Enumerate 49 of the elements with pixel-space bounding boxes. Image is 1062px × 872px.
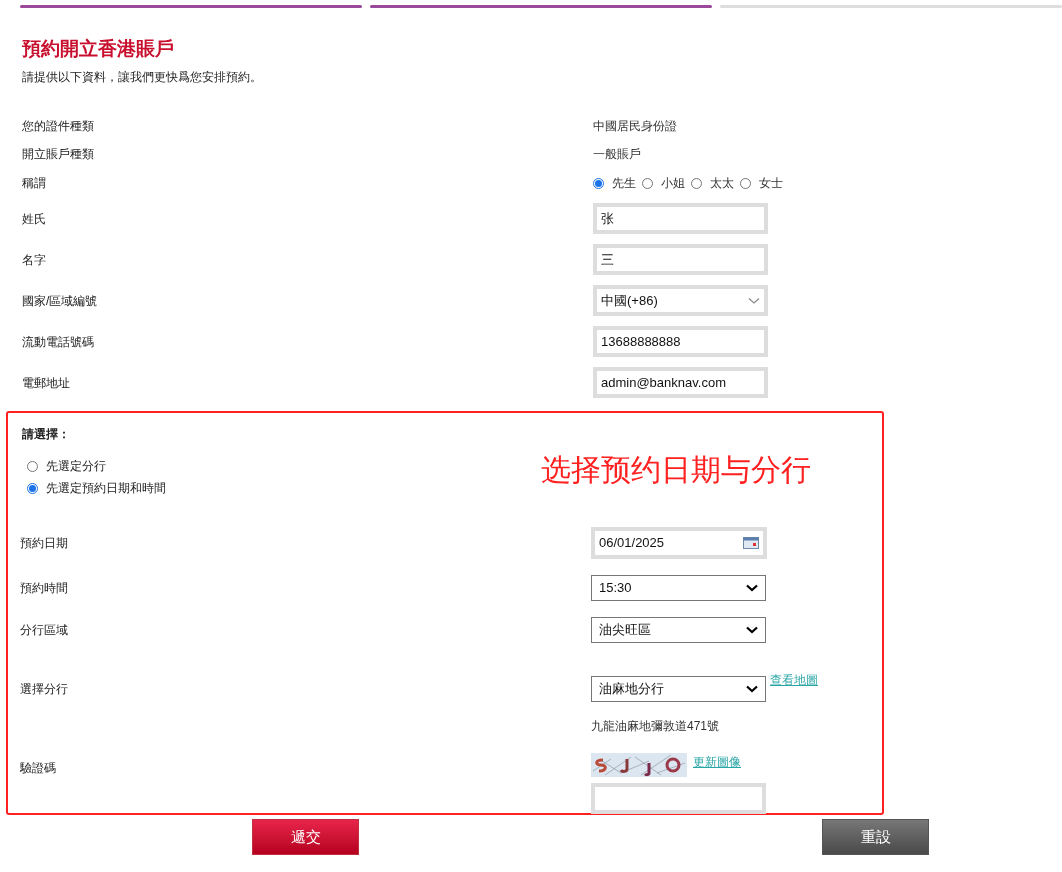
branch-address: 九龍油麻地彌敦道471號 — [591, 718, 720, 735]
field-label: 國家/區域編號 — [22, 292, 98, 310]
input-field[interactable]: 13688888888 — [593, 326, 768, 357]
chevron-down-icon — [746, 626, 758, 634]
radio-label: 女士 — [759, 175, 783, 192]
field-label: 分行區域 — [20, 622, 68, 639]
date-field[interactable]: 06/01/2025 — [591, 527, 767, 559]
field-label: 電郵地址 — [22, 374, 70, 392]
radio-label: 先生 — [612, 175, 636, 192]
radio-button[interactable] — [740, 177, 751, 189]
dropdown-field[interactable]: 中國(+86) — [593, 285, 768, 316]
submit-button[interactable]: 遞交 — [252, 819, 359, 855]
field-label: 姓氏 — [22, 210, 46, 228]
chevron-down-icon — [746, 685, 758, 693]
field-value: 中國居民身份證 — [593, 118, 677, 135]
intro-text: 請提供以下資料，讓我們更快爲您安排預約。 — [22, 69, 263, 86]
radio-button[interactable] — [642, 177, 653, 189]
field-label: 您的證件種類 — [22, 118, 94, 135]
radio-button[interactable] — [27, 460, 38, 472]
field-label: 流動電話號碼 — [22, 333, 94, 351]
field-value: 一般賬戶 — [593, 146, 641, 163]
radio-button[interactable] — [691, 177, 702, 189]
captcha-input-field[interactable] — [591, 783, 766, 814]
radio-label: 小姐 — [661, 175, 685, 192]
select-field[interactable]: 15:30 — [591, 575, 766, 601]
radio-label: 先選定預約日期和時間 — [46, 480, 166, 497]
page-title: 預約開立香港賬戶 — [22, 37, 175, 61]
input-field[interactable]: admin@banknav.com — [593, 367, 768, 398]
field-label: 預約日期 — [20, 535, 68, 552]
radio-button[interactable] — [593, 177, 604, 189]
annotation-text: 选择预约日期与分行 — [541, 452, 811, 488]
radio-label: 先選定分行 — [46, 458, 106, 475]
input-field[interactable]: 张 — [593, 203, 768, 234]
chevron-down-icon — [746, 584, 758, 592]
field-label: 稱謂 — [22, 175, 46, 192]
calendar-icon[interactable] — [743, 537, 759, 549]
field-label: 預約時間 — [20, 580, 68, 597]
field-label: 開立賬戶種類 — [22, 146, 94, 163]
select-field[interactable]: 油麻地分行 — [591, 676, 766, 702]
radio-button[interactable] — [27, 482, 38, 494]
select-field[interactable]: 油尖旺區 — [591, 617, 766, 643]
field-label: 驗證碼 — [20, 760, 56, 777]
field-label: 名字 — [22, 251, 46, 269]
prompt-text: 請選擇： — [22, 426, 71, 443]
radio-label: 太太 — [710, 175, 734, 192]
chevron-down-icon — [748, 296, 760, 305]
input-field[interactable]: 三 — [593, 244, 768, 275]
reset-button[interactable]: 重設 — [822, 819, 929, 855]
field-label: 選擇分行 — [20, 681, 68, 698]
